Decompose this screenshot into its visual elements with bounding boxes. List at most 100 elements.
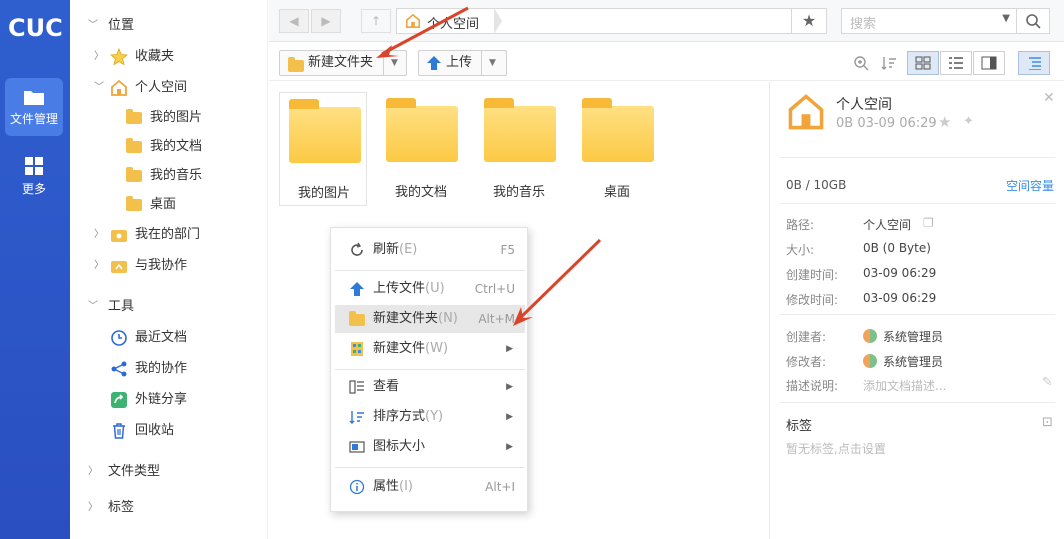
tree-item-label: 外链分享 (135, 392, 188, 407)
folder-icon (386, 98, 458, 162)
view-split-button[interactable] (973, 51, 1005, 75)
search-placeholder: 搜索 (850, 17, 877, 32)
chevron-right-icon: 〉 (94, 51, 104, 62)
tags-empty-link[interactable]: 暂无标签,点击设置 (786, 440, 886, 457)
tree-item-label: 我的协作 (135, 361, 188, 376)
back-button[interactable]: ◀ (279, 9, 309, 33)
grid-view-icon (915, 56, 931, 70)
modifier-value: 系统管理员 (863, 353, 943, 370)
tree-item-label: 我的音乐 (150, 168, 203, 183)
rail-item-more[interactable]: 更多 (5, 146, 63, 204)
home-icon (111, 79, 127, 96)
star-icon[interactable]: ★ (938, 113, 951, 131)
menu-item-shortcut: Alt+I (485, 480, 515, 494)
detail-meta: 0B 03-09 06:29 (836, 116, 937, 131)
chevron-down-icon[interactable]: ▼ (1002, 13, 1010, 24)
logo: CUC (8, 14, 63, 42)
zoom-icon[interactable] (853, 55, 869, 71)
favorite-star-button[interactable]: ★ (791, 8, 827, 34)
file-item-my-music[interactable]: 我的音乐 (475, 92, 563, 206)
close-icon[interactable]: ✕ (1043, 90, 1055, 106)
tags-title: 标签 (786, 419, 813, 434)
upload-arrow-icon (427, 56, 441, 70)
address-bar-row: ◀ ▶ ↑ 个人空间 ★ 搜索 ▼ (269, 0, 1064, 42)
folder-icon (349, 311, 365, 327)
chevron-right-icon: 〉 (94, 229, 104, 240)
chevron-down-icon[interactable]: ▼ (489, 51, 496, 75)
breadcrumb-item[interactable]: 个人空间 (427, 13, 479, 32)
pin-icon[interactable]: ✦ (963, 114, 974, 129)
new-folder-label: 新建文件夹 (308, 55, 374, 70)
upload-button[interactable]: 上传 ▼ (418, 50, 507, 76)
copy-icon[interactable]: ❐ (923, 216, 934, 230)
search-input[interactable]: 搜索 ▼ (841, 8, 1017, 34)
quota-link[interactable]: 空间容量 (1006, 177, 1054, 194)
up-button[interactable]: ↑ (361, 9, 391, 33)
menu-item-accesskey: (I) (399, 479, 413, 494)
tree-item-label: 收藏夹 (135, 49, 175, 64)
menu-item-accesskey: (Y) (425, 409, 444, 424)
file-item-my-pictures[interactable]: 我的图片 (279, 92, 367, 206)
view-icon (349, 380, 364, 394)
folder-icon (126, 138, 144, 156)
info-icon (349, 479, 365, 495)
toolbar: 新建文件夹 ▼ 上传 ▼ (269, 43, 1064, 81)
menu-separator (335, 270, 525, 271)
toggle-detail-panel-button[interactable] (1018, 51, 1050, 75)
prop-label: 修改时间: (786, 293, 839, 307)
menu-item-label: 属性 (373, 479, 400, 494)
menu-item-label: 刷新 (373, 242, 400, 257)
refresh-icon (351, 242, 363, 256)
desc-input[interactable]: 添加文档描述... (863, 377, 946, 394)
chevron-down-icon: ﹀ (88, 301, 98, 312)
home-icon (405, 13, 421, 29)
new-folder-button[interactable]: 新建文件夹 ▼ (279, 50, 407, 76)
menu-item-sort[interactable]: 排序方式(Y) ▶ (335, 403, 525, 431)
menu-separator (335, 369, 525, 370)
menu-item-properties[interactable]: 属性(I) Alt+I (335, 473, 525, 501)
tree-section-label: 文件类型 (108, 464, 161, 479)
upload-arrow-icon (350, 282, 364, 296)
rail-item-label: 文件管理 (9, 112, 58, 126)
file-manager-app: CUC 文件管理 更多 ﹀ 位置 〉 收藏夹 ﹀ 个人空间 我的图片 我的文档 … (0, 0, 1064, 539)
share-nodes-icon (111, 361, 127, 377)
prop-label: 创建时间: (786, 268, 839, 282)
menu-item-accesskey: (U) (425, 281, 445, 296)
forward-button[interactable]: ▶ (311, 9, 341, 33)
chevron-down-icon[interactable]: ▼ (391, 51, 398, 75)
tree-item-label: 桌面 (150, 197, 177, 212)
view-large-icons-button[interactable] (907, 51, 939, 75)
breadcrumb-separator (494, 8, 502, 34)
tree-item-label: 我的文档 (150, 139, 203, 154)
menu-item-label: 新建文件夹 (373, 311, 439, 326)
prop-value-size: 0B (0 Byte) (863, 241, 931, 255)
sort-icon[interactable] (881, 55, 897, 71)
bookmark-icon[interactable]: ⊡ (1042, 415, 1053, 430)
detail-title: 个人空间 (836, 97, 892, 113)
menu-item-label: 新建文件 (373, 341, 426, 356)
menu-item-icon-size[interactable]: 图标大小 ▶ (335, 433, 525, 461)
menu-item-label: 排序方式 (373, 409, 426, 424)
tree-item-label: 与我协作 (135, 258, 188, 273)
chevron-down-icon: ﹀ (88, 20, 98, 31)
menu-item-upload-file[interactable]: 上传文件(U) Ctrl+U (335, 275, 525, 303)
search-button[interactable] (1016, 8, 1050, 34)
prop-label: 大小: (786, 243, 815, 257)
file-item-my-documents[interactable]: 我的文档 (377, 92, 465, 206)
rail-item-file-manager[interactable]: 文件管理 (5, 78, 63, 136)
modifier-name: 系统管理员 (883, 355, 944, 369)
folder-icon (24, 91, 44, 105)
menu-item-refresh[interactable]: 刷新(E) F5 (335, 236, 525, 264)
menu-item-new-folder[interactable]: 新建文件夹(N) Alt+M (335, 305, 525, 333)
file-item-desktop[interactable]: 桌面 (573, 92, 661, 206)
search-icon (1026, 14, 1041, 29)
menu-item-view[interactable]: 查看 ▶ (335, 373, 525, 401)
folder-icon (126, 196, 144, 214)
sort-icon (349, 411, 364, 424)
tree-section-label: 工具 (108, 299, 135, 314)
view-list-button[interactable] (940, 51, 972, 75)
quota-value: 0B / 10GB (786, 178, 847, 192)
address-bar[interactable]: 个人空间 (396, 8, 796, 34)
edit-icon[interactable]: ✎ (1042, 375, 1053, 390)
menu-item-new-file[interactable]: 新建文件(W) ▶ (335, 335, 525, 363)
